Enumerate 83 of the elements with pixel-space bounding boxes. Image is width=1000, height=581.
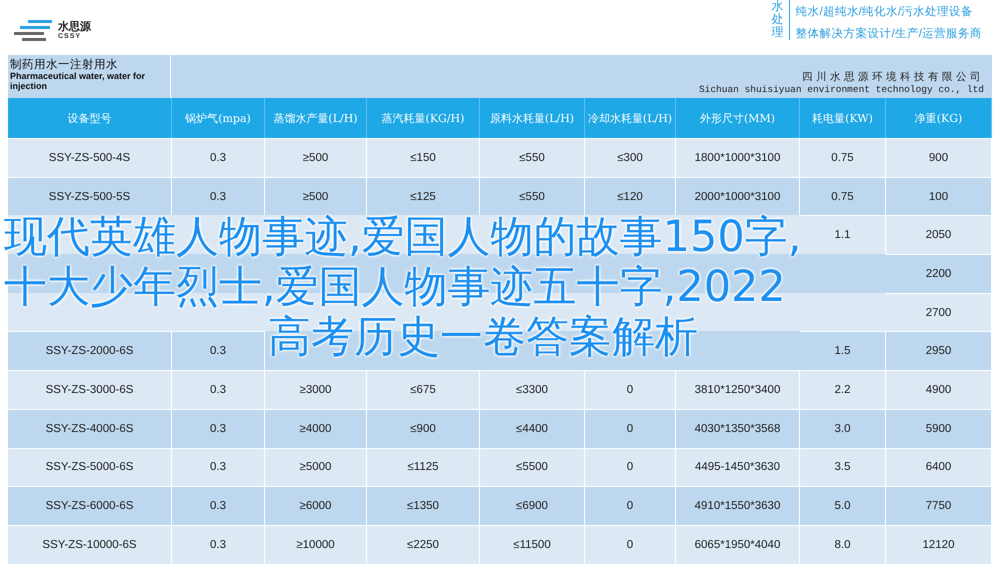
table-cell: 4030*1350*3568 [676, 408, 800, 448]
table-cell: 1.5 [800, 331, 886, 370]
table-title: 制药用水一注射用水 [10, 57, 119, 72]
logo-icon [14, 18, 54, 44]
table-cell: 0 [585, 408, 676, 448]
table-cell: 900 [886, 138, 992, 177]
table-cell: 4495-1450*3630 [676, 448, 800, 486]
table-cell: SSY-ZS-4000-6S [8, 408, 172, 448]
table-cell: ≥6000 [265, 486, 367, 525]
table-cell: SSY-ZS-2000-6S [8, 331, 172, 370]
table-cell: 0.3 [172, 138, 265, 177]
tagline-mark: 水处理 [772, 0, 790, 40]
table-cell: ≤1350 [367, 486, 480, 525]
table-cell: 12120 [886, 524, 992, 564]
company-name-english: Sichuan shuisiyuan environment technology co., ltd [698, 84, 984, 95]
table-cell: SSY-ZS-10000-6S [8, 524, 172, 564]
table-cell: 8.0 [800, 524, 886, 564]
column-header: 耗电量(KW) [800, 98, 886, 138]
column-header: 外形尺寸(MM) [676, 98, 800, 138]
table-cell: ≥3000 [265, 370, 367, 409]
table-cell: 2200 [886, 254, 992, 293]
table-cell: ≤300 [585, 138, 676, 177]
table-cell: SSY-ZS-3000-6S [8, 370, 172, 409]
table-cell: SSY-ZS-6000-6S [8, 486, 172, 525]
table-cell: 5.0 [800, 486, 886, 525]
table-cell: 3810*1250*3400 [676, 370, 800, 409]
column-header: 冷却水耗量(L/H) [585, 98, 676, 138]
brand-name: 水思源 [58, 22, 91, 33]
table-cell: 100 [886, 176, 992, 216]
table-cell: 0.3 [172, 408, 265, 448]
table-cell: 0 [585, 486, 676, 525]
table-cell: 6065*1950*4040 [676, 524, 800, 564]
table-cell: 3.5 [800, 448, 886, 486]
column-header: 净重(KG) [886, 98, 992, 138]
headline-text: 十大少年烈士,爱国人物事迹五十字,2022 [4, 262, 786, 312]
table-cell: 2950 [886, 331, 992, 370]
table-cell: 0.3 [172, 370, 265, 409]
table-cell: 7750 [886, 486, 992, 525]
table-cell: ≤5500 [480, 448, 585, 486]
table-cell: ≤150 [367, 138, 480, 177]
column-header: 蒸汽耗量(KG/H) [367, 98, 480, 138]
table-cell: ≥500 [265, 138, 367, 177]
table-cell: ≤3300 [480, 370, 585, 409]
table-cell: 6400 [886, 448, 992, 486]
column-header: 锅炉气(mpa) [172, 98, 265, 138]
table-cell: 3.0 [800, 408, 886, 448]
column-header: 原料水耗量(L/H) [480, 98, 585, 138]
table-cell: ≥4000 [265, 408, 367, 448]
table-cell: 0.75 [800, 138, 886, 177]
table-cell: 0 [585, 524, 676, 564]
table-cell: 0.75 [800, 176, 886, 216]
table-cell: 0.3 [172, 331, 265, 370]
tagline-text: 纯水/超纯水/纯化水/污水处理设备 [796, 4, 974, 19]
table-cell: SSY-ZS-500-4S [8, 138, 172, 177]
table-cell: 0.3 [172, 486, 265, 525]
table-cell: 2700 [886, 292, 992, 332]
table-cell: 4910*1550*3630 [676, 486, 800, 525]
company-name: 四川水思源环境科技有限公司 [802, 70, 984, 84]
headline-text: 高考历史一卷答案解析 [268, 312, 698, 362]
table-cell: ≤550 [480, 138, 585, 177]
table-cell: ≤2250 [367, 524, 480, 564]
table-cell: 2.2 [800, 370, 886, 409]
table-cell: 4900 [886, 370, 992, 409]
table-cell: 0.3 [172, 524, 265, 564]
table-cell: SSY-ZS-5000-6S [8, 448, 172, 486]
table-title-english: Pharmaceutical water, water for injection [10, 72, 146, 92]
table-cell: ≤11500 [480, 524, 585, 564]
column-header: 设备型号 [8, 98, 172, 138]
table-cell: 2050 [886, 215, 992, 254]
table-cell: ≤675 [367, 370, 480, 409]
table-cell: 1800*1000*3100 [676, 138, 800, 177]
table-cell: 0 [585, 448, 676, 486]
table-cell: 0 [585, 370, 676, 409]
table-cell: 0.3 [172, 448, 265, 486]
table-cell: ≤1125 [367, 448, 480, 486]
table-cell: ≤6900 [480, 486, 585, 525]
table-cell: ≥5000 [265, 448, 367, 486]
table-cell: 5900 [886, 408, 992, 448]
table-cell: ≤4400 [480, 408, 585, 448]
table-cell: ≥10000 [265, 524, 367, 564]
table-cell: ≤900 [367, 408, 480, 448]
tagline-text: 整体解决方案设计/生产/运营服务商 [796, 26, 982, 41]
column-header: 蒸馏水产量(L/H) [265, 98, 367, 138]
